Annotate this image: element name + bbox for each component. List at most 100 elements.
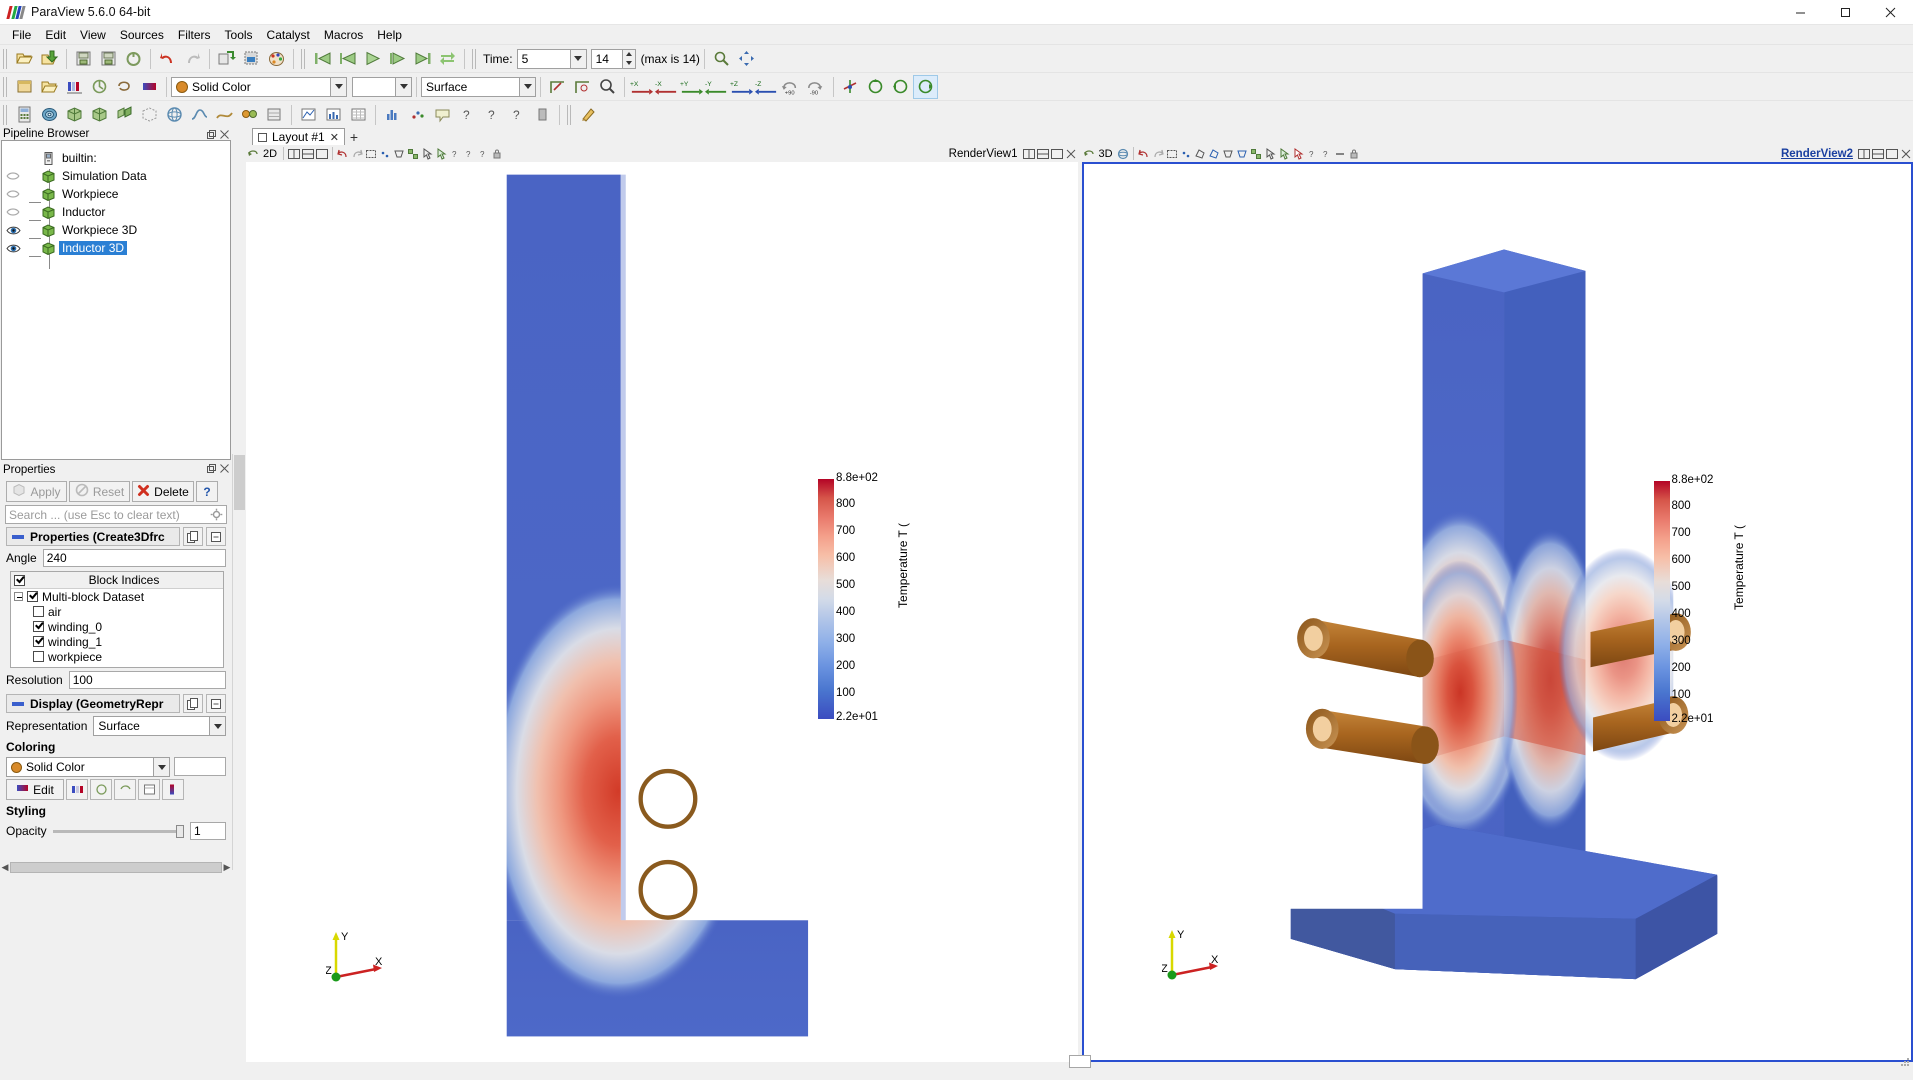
center-axes-icon[interactable] [838, 75, 863, 99]
view-2-camera-icon[interactable] [1116, 147, 1130, 161]
view-2-camera-undo-icon[interactable] [1137, 147, 1151, 161]
zoom-selection-icon[interactable] [595, 75, 620, 99]
view-1-camera-redo-icon[interactable] [350, 147, 364, 161]
layout-tab-1[interactable]: Layout #1 ✕ [252, 128, 345, 145]
menu-macros[interactable]: Macros [317, 26, 370, 44]
coloring-component-field[interactable] [174, 757, 226, 776]
properties-search-input[interactable]: Search ... (use Esc to clear text) [5, 505, 227, 524]
plot-data-icon[interactable] [321, 103, 346, 127]
block-expander-icon[interactable] [14, 592, 23, 601]
menu-catalyst[interactable]: Catalyst [260, 26, 317, 44]
block-checkbox-winding-1[interactable] [33, 636, 44, 647]
view-1-mode-label[interactable]: 2D [260, 148, 280, 160]
opacity-slider-thumb[interactable] [176, 825, 184, 838]
plot-over-line-icon[interactable] [296, 103, 321, 127]
properties-hscroll-thumb[interactable] [10, 862, 222, 873]
render-view-1-name[interactable]: RenderView1 [949, 148, 1022, 160]
pipeline-item-builtin[interactable]: builtin: [2, 149, 230, 167]
display-coloring-arrow[interactable] [153, 758, 169, 776]
block-checkbox-winding-0[interactable] [33, 621, 44, 632]
group-expand-icon[interactable] [12, 534, 24, 539]
redo-icon[interactable] [180, 47, 205, 71]
frame-spin-up[interactable] [623, 50, 635, 59]
properties-hscrollbar[interactable]: ◀ ▶ [0, 861, 232, 874]
view-2-frustum-cells-icon[interactable] [1221, 147, 1235, 161]
resize-grip-icon[interactable] [1899, 1056, 1911, 1068]
contour-icon[interactable] [37, 103, 62, 127]
time-toolbar-grip[interactable] [472, 48, 478, 69]
view-2-close-button[interactable] [1899, 147, 1913, 161]
color-palette-icon[interactable] [264, 47, 289, 71]
rescale-range-icon[interactable] [62, 75, 87, 99]
visibility-toggle-workpiece-3d[interactable] [2, 225, 24, 236]
view-2-hover-cells-icon[interactable] [1291, 147, 1305, 161]
view-1-camera-undo-icon[interactable] [336, 147, 350, 161]
help-button[interactable]: ? [196, 481, 218, 502]
active-variable-icon[interactable] [12, 75, 37, 99]
view-1-select-points-icon[interactable] [378, 147, 392, 161]
rescale-custom-range-icon[interactable] [90, 779, 112, 800]
apply-button[interactable]: Apply [6, 481, 67, 502]
visibility-toggle-workpiece[interactable] [2, 189, 24, 199]
visibility-toggle-inductor-3d[interactable] [2, 243, 24, 254]
view-plus-x-icon[interactable]: +X [629, 75, 654, 99]
view-1-split-v-icon[interactable] [301, 147, 315, 161]
properties-vscroll-thumb[interactable] [234, 455, 245, 510]
open-folder-icon[interactable] [37, 75, 62, 99]
display-group-title-box[interactable]: Display (GeometryRepr [6, 694, 180, 713]
pipeline-item-inductor[interactable]: Inductor [2, 203, 230, 221]
view-2-select-cells-icon[interactable] [1165, 147, 1179, 161]
view-2-camera-redo-icon[interactable] [1151, 147, 1165, 161]
view-1-scalar-bar[interactable]: 8.8e+02 800 700 600 500 400 300 200 100 … [818, 472, 913, 723]
open-recent-icon[interactable] [37, 47, 62, 71]
warp-icon[interactable] [212, 103, 237, 127]
reset-range-icon[interactable] [112, 75, 137, 99]
view-minus-y-icon[interactable]: -Y [704, 75, 729, 99]
extract-level-icon[interactable] [262, 103, 287, 127]
view-minus-x-icon[interactable]: -X [654, 75, 679, 99]
opacity-input[interactable]: 1 [190, 822, 226, 840]
scatter-plot-icon[interactable] [405, 103, 430, 127]
view-1-select-cells-icon[interactable] [364, 147, 378, 161]
block-row-air[interactable]: air [11, 604, 223, 619]
menu-view[interactable]: View [73, 26, 113, 44]
save-screenshot-icon[interactable] [96, 47, 121, 71]
rotate-90-ccw-icon[interactable]: +90 [779, 75, 804, 99]
undo-icon[interactable] [155, 47, 180, 71]
view-2-rotate-icon[interactable] [1082, 147, 1096, 161]
view-1-lock-icon[interactable] [490, 147, 504, 161]
edit-colormap-icon[interactable] [137, 75, 162, 99]
view-2-clear-selection-icon[interactable] [1333, 147, 1347, 161]
extract-subset-icon[interactable] [137, 103, 162, 127]
view-1-maximize-icon[interactable] [315, 147, 329, 161]
representation-arrow[interactable] [519, 77, 535, 96]
display-coloring-combo[interactable]: Solid Color [6, 757, 170, 777]
view-plus-z-icon[interactable]: +Z [729, 75, 754, 99]
reset-camera-icon[interactable] [570, 75, 595, 99]
view-1-block-select-icon[interactable] [406, 147, 420, 161]
next-frame-icon[interactable] [385, 47, 410, 71]
render-view-2-name[interactable]: RenderView2 [1781, 148, 1857, 160]
block-row-multiblock[interactable]: Multi-block Dataset [11, 589, 223, 604]
disconnect-icon[interactable] [239, 47, 264, 71]
annotate-icon[interactable] [430, 103, 455, 127]
reset-button[interactable]: Reset [69, 481, 130, 502]
view-1-help-c-icon[interactable]: ? [476, 147, 490, 161]
spreadsheet-icon[interactable] [346, 103, 371, 127]
delete-button[interactable]: Delete [132, 481, 194, 502]
minimize-button[interactable] [1778, 0, 1823, 25]
pipeline-item-workpiece[interactable]: Workpiece [2, 185, 230, 203]
properties-hscroll-left[interactable]: ◀ [0, 862, 10, 873]
rescale-custom-icon[interactable] [87, 75, 112, 99]
maximize-button[interactable] [1823, 0, 1868, 25]
copy-properties-icon[interactable] [183, 527, 203, 546]
angle-input[interactable]: 240 [42, 549, 226, 567]
pipeline-item-simulation-data[interactable]: Simulation Data [2, 167, 230, 185]
view-2-scalar-bar[interactable]: 8.8e+02 800 700 600 500 400 300 200 100 … [1653, 474, 1749, 725]
threshold-icon[interactable] [112, 103, 137, 127]
rescale-visible-range-icon[interactable] [114, 779, 136, 800]
representation-combo[interactable]: Surface [421, 76, 536, 97]
view-2-interactive-select-points-icon[interactable] [1277, 147, 1291, 161]
view-2-maximize-button[interactable] [1885, 147, 1899, 161]
properties-vscrollbar[interactable] [232, 454, 246, 870]
